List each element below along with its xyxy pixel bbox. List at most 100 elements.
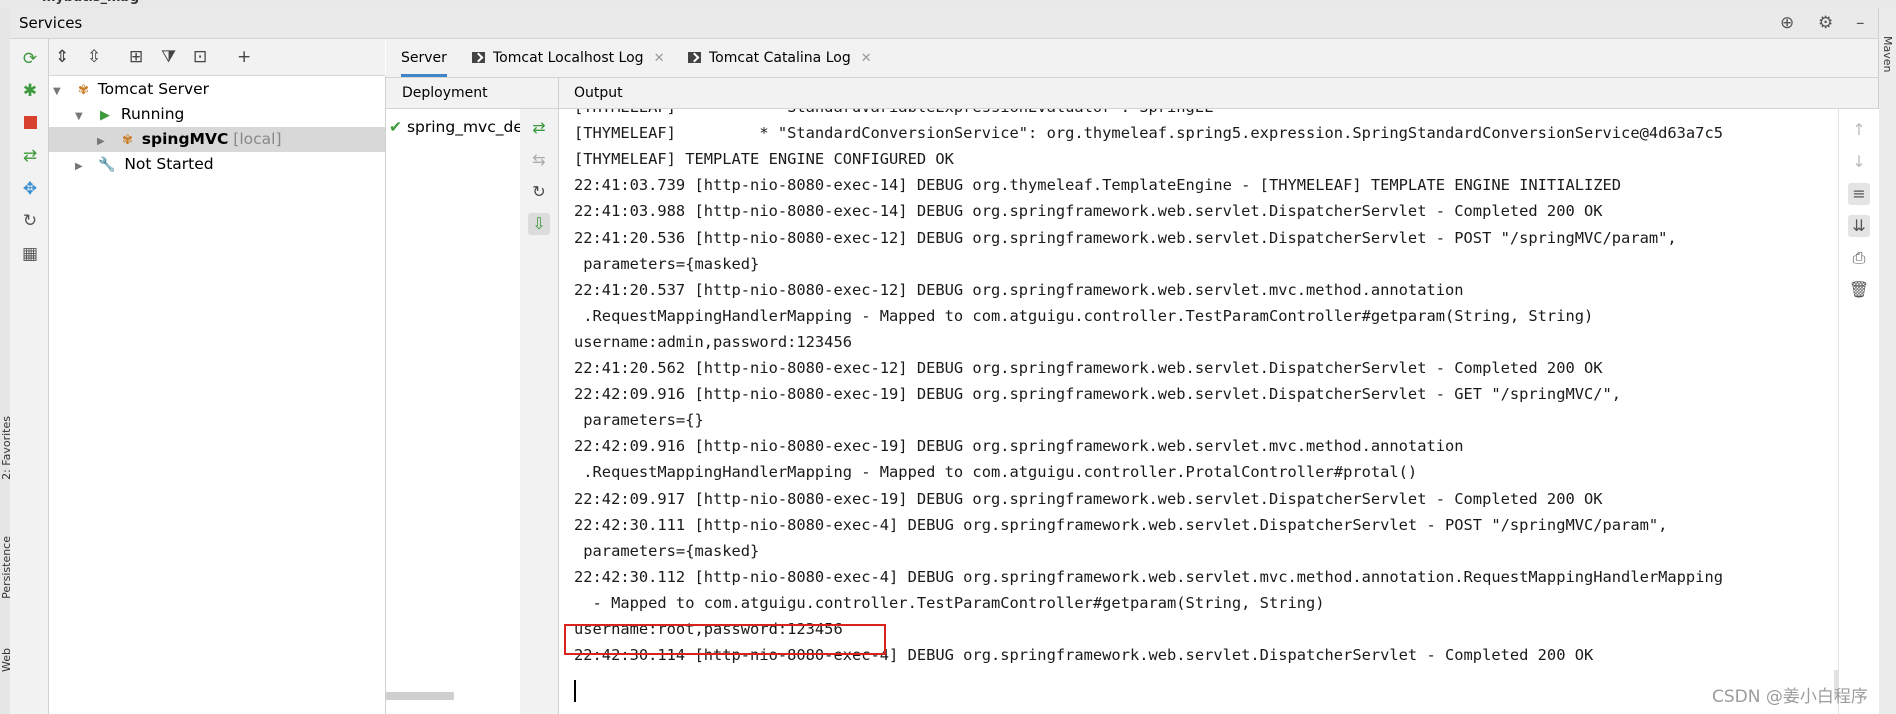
tab-tomcat-catalina-log[interactable]: Tomcat Catalina Log ✕: [688, 39, 872, 77]
console-line: 22:41:20.562 [http-nio-8080-exec-12] DEB…: [574, 359, 1603, 377]
target-icon[interactable]: ⊕: [1780, 13, 1794, 33]
favorites-tool-tab[interactable]: 2: Favorites: [0, 416, 13, 480]
tomcat-icon: ✾: [121, 133, 133, 148]
tree-toolbar: ⇕ ⇳ ⊞ ⧩ ⊡ +: [49, 39, 385, 76]
deployment-item[interactable]: ✔ spring_mvc_de: [389, 118, 520, 136]
web-tool-tab[interactable]: Web: [0, 648, 13, 672]
tab-tomcat-localhost-log[interactable]: Tomcat Localhost Log ✕: [472, 39, 664, 77]
output-header: Output: [559, 78, 1878, 109]
text-caret: [574, 680, 576, 702]
console-line: 22:41:03.739 [http-nio-8080-exec-14] DEB…: [574, 176, 1622, 195]
previous-panel-strip: mybatis_mbg: [0, 0, 1896, 8]
tree-node-not-started[interactable]: ▶ 🔧 Not Started: [75, 152, 214, 176]
group-icon[interactable]: ⊞: [129, 47, 143, 67]
tab-label: Server: [401, 50, 447, 66]
download-deploy-icon[interactable]: ⇩: [528, 213, 550, 235]
console-line: 22:41:03.988 [http-nio-8080-exec-14] DEB…: [574, 202, 1603, 221]
deployment-actions: ⇄ ⇆ ↻ ⇩: [520, 109, 559, 714]
arrow-down-icon[interactable]: ↓: [1848, 151, 1870, 173]
console-line: [THYMELEAF] * "StandardVariableExpressio…: [574, 109, 1213, 116]
service-tabs: Server Tomcat Localhost Log ✕ Tomcat Cata…: [386, 39, 1878, 78]
wrench-icon: 🔧: [97, 157, 116, 173]
chevron-down-icon[interactable]: ▼: [53, 80, 67, 104]
console-line: [THYMELEAF] TEMPLATE ENGINE CONFIGURED O…: [574, 150, 954, 169]
deploy-all-icon[interactable]: ⇄: [528, 117, 550, 139]
console-line: parameters={}: [574, 411, 704, 430]
deploy-icon[interactable]: ⇄: [20, 146, 40, 166]
persistence-tool-tab[interactable]: Persistence: [0, 536, 13, 599]
tree-node-label: Not Started: [124, 155, 214, 173]
previous-panel-title: mybatis_mbg: [42, 0, 139, 5]
print-icon[interactable]: ⎙: [1848, 247, 1870, 269]
highlight-box: [564, 624, 886, 655]
artifacts-icon[interactable]: ✥: [20, 179, 40, 199]
console-line: parameters={masked}: [574, 541, 760, 560]
console-line: 22:42:09.916 [http-nio-8080-exec-19] DEB…: [574, 385, 1622, 404]
arrow-up-icon[interactable]: ↑: [1848, 119, 1870, 141]
close-icon[interactable]: ✕: [861, 51, 872, 66]
run-icon: ▶: [99, 108, 110, 123]
horizontal-scrollbar[interactable]: [386, 692, 454, 700]
collapse-all-icon[interactable]: ⇳: [87, 47, 101, 67]
tab-label: Tomcat Localhost Log: [493, 50, 644, 66]
console-line: 22:42:09.916 [http-nio-8080-exec-19] DEB…: [574, 437, 1464, 456]
check-icon: ✔: [389, 118, 402, 136]
console-line: .RequestMappingHandlerMapping - Mapped t…: [574, 306, 1594, 325]
tree-node-tomcat-server[interactable]: ▼ ✾ Tomcat Server: [53, 77, 209, 101]
console-line: 22:42:30.112 [http-nio-8080-exec-4] DEBU…: [574, 567, 1723, 586]
deployment-item-label: spring_mvc_de: [406, 118, 520, 136]
maven-tool-tab[interactable]: Maven: [1881, 36, 1894, 72]
deployment-header-label: Deployment: [402, 85, 488, 101]
filter-icon[interactable]: ⧩: [161, 47, 176, 67]
log-icon: [688, 52, 701, 63]
scroll-to-end-icon[interactable]: ⇊: [1848, 215, 1870, 237]
console-line: username:admin,password:123456: [574, 332, 852, 351]
console-line: 22:41:20.536 [http-nio-8080-exec-12] DEB…: [574, 228, 1677, 247]
tree-node-running[interactable]: ▼ ▶ Running: [75, 102, 184, 126]
redeploy-icon[interactable]: ↻: [528, 181, 550, 203]
console-line: [THYMELEAF] * "StandardConversionService…: [574, 124, 1723, 143]
console-line: .RequestMappingHandlerMapping - Mapped t…: [574, 463, 1418, 482]
deployment-list: ✔ spring_mvc_de: [386, 109, 520, 714]
tree-node-label: Running: [120, 105, 185, 123]
chevron-right-icon[interactable]: ▶: [75, 155, 89, 179]
expand-all-icon[interactable]: ⇕: [55, 47, 69, 67]
close-icon[interactable]: ✕: [654, 51, 665, 66]
minimize-icon[interactable]: –: [1856, 13, 1865, 33]
add-service-icon[interactable]: +: [237, 47, 251, 67]
new-group-icon[interactable]: ⊡: [193, 47, 207, 67]
chevron-down-icon[interactable]: ▼: [75, 105, 89, 129]
console-line: parameters={masked}: [574, 254, 760, 273]
rerun-icon[interactable]: ⟳: [20, 49, 40, 69]
services-title-bar: Services ⊕ ⚙ –: [10, 8, 1878, 39]
panel-title: Services: [19, 14, 83, 32]
log-icon: [472, 52, 485, 63]
tab-label: Tomcat Catalina Log: [709, 50, 851, 66]
layout-icon[interactable]: ▦: [20, 244, 40, 264]
console-line: 22:42:30.111 [http-nio-8080-exec-4] DEBU…: [574, 515, 1668, 534]
debug-icon[interactable]: ✱: [20, 81, 40, 101]
console-line: - Mapped to com.atguigu.controller.TestP…: [574, 593, 1325, 612]
right-tool-window-strip: Maven: [1878, 8, 1896, 714]
tree-node-suffix: [local]: [233, 130, 282, 148]
watermark: CSDN @姜小白程序: [1712, 687, 1868, 707]
trash-icon[interactable]: 🗑: [1848, 279, 1870, 301]
console-line: 22:41:20.537 [http-nio-8080-exec-12] DEB…: [574, 280, 1464, 299]
chevron-right-icon[interactable]: ▶: [97, 130, 111, 154]
tree-node-label: Tomcat Server: [97, 80, 210, 98]
console-actions: ↑ ↓ ≡ ⇊ ⎙ 🗑: [1838, 109, 1879, 714]
services-tree: ▼ ✾ Tomcat Server ▼ ▶ Running ▶ ✾ spingM…: [49, 76, 386, 714]
stop-icon[interactable]: [20, 114, 40, 134]
output-header-label: Output: [574, 85, 623, 101]
tree-node-spingmvc[interactable]: ▶ ✾ spingMVC [local]: [97, 127, 282, 151]
deployment-header: Deployment: [386, 78, 559, 109]
console-line: 22:42:09.917 [http-nio-8080-exec-19] DEB…: [574, 489, 1603, 508]
soft-wrap-icon[interactable]: ≡: [1848, 183, 1870, 205]
services-action-toolbar: ⟳ ✱ ⇄ ✥ ↻ ▦: [10, 39, 49, 714]
tree-node-label: spingMVC: [141, 130, 229, 148]
undeploy-icon[interactable]: ⇆: [528, 149, 550, 171]
gear-icon[interactable]: ⚙: [1818, 13, 1833, 33]
refresh-icon[interactable]: ↻: [20, 211, 40, 231]
tomcat-icon: ✾: [77, 83, 89, 98]
tab-server[interactable]: Server: [401, 39, 447, 77]
